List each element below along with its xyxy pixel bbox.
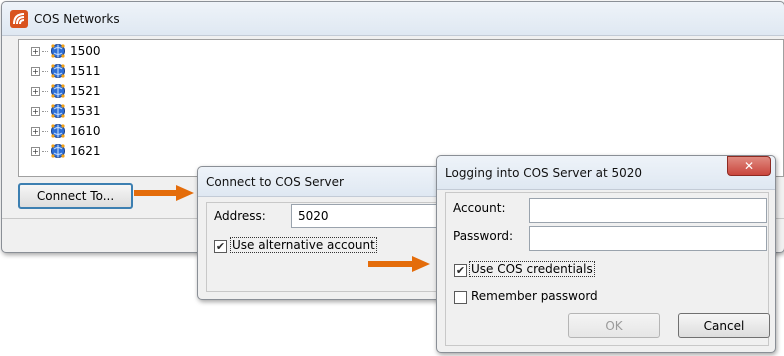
window-title: COS Networks (34, 11, 120, 26)
plus-expander-icon[interactable]: + (31, 106, 40, 116)
network-label: 1531 (70, 104, 101, 118)
alt-account-label: Use alternative account (230, 237, 377, 253)
globe-network-icon (50, 103, 66, 119)
cancel-label: Cancel (703, 318, 745, 333)
alt-account-checkbox[interactable]: ✔ (214, 240, 227, 253)
account-field[interactable] (529, 198, 767, 223)
login-dialog-title: Logging into COS Server at 5020 (445, 165, 643, 180)
tree-item-network[interactable]: +1610 (31, 122, 101, 140)
orange-arrow-icon (368, 256, 430, 272)
network-label: 1511 (70, 64, 101, 78)
plus-expander-icon[interactable]: + (31, 46, 40, 56)
tree-item-network[interactable]: +1521 (31, 82, 101, 100)
account-label: Account: (453, 201, 506, 215)
plus-expander-icon[interactable]: + (31, 146, 40, 156)
tree-item-network[interactable]: +1500 (31, 42, 101, 60)
globe-network-icon (50, 83, 66, 99)
network-label: 1610 (70, 124, 101, 138)
remember-password-checkbox[interactable] (454, 291, 467, 304)
plus-expander-icon[interactable]: + (31, 66, 40, 76)
login-dialog-title-bar: Logging into COS Server at 5020 (437, 156, 775, 190)
login-dialog: Logging into COS Server at 5020 ✕ Accoun… (436, 155, 776, 353)
title-bar: COS Networks (2, 2, 784, 36)
remember-password-label: Remember password (471, 289, 598, 303)
connect-dialog: Connect to COS Server Address: 5020 ✔ Us… (197, 166, 461, 300)
connect-to-label: Connect To... (36, 189, 115, 203)
login-dialog-body: Account: Password: ✔ Use COS credentials… (445, 192, 770, 346)
cancel-button[interactable]: Cancel (678, 313, 770, 338)
cos-app-icon (10, 9, 28, 28)
address-label: Address: (214, 209, 266, 223)
globe-network-icon (50, 143, 66, 159)
network-label: 1621 (70, 144, 101, 158)
orange-arrow-icon (134, 185, 194, 201)
close-icon: ✕ (743, 159, 755, 173)
plus-expander-icon[interactable]: + (31, 86, 40, 96)
connect-dialog-title-bar: Connect to COS Server (198, 167, 456, 197)
tree-connector (42, 90, 48, 92)
connect-dialog-title: Connect to COS Server (206, 174, 344, 189)
check-icon: ✔ (215, 240, 226, 253)
tree-connector (42, 110, 48, 112)
ok-label: OK (605, 318, 623, 333)
globe-network-icon (50, 43, 66, 59)
tree-item-network[interactable]: +1511 (31, 62, 101, 80)
tree-item-network[interactable]: +1621 (31, 142, 101, 160)
tree-item-network[interactable]: +1531 (31, 102, 101, 120)
network-label: 1500 (70, 44, 101, 58)
network-label: 1521 (70, 84, 101, 98)
plus-expander-icon[interactable]: + (31, 126, 40, 136)
connect-to-button[interactable]: Connect To... (18, 183, 133, 209)
use-cos-credentials-checkbox[interactable]: ✔ (454, 264, 467, 277)
address-value: 5020 (298, 209, 329, 223)
connect-dialog-body: Address: 5020 ✔ Use alternative account (206, 202, 461, 292)
password-field[interactable] (529, 226, 767, 251)
tree-connector (42, 70, 48, 72)
tree-connector (42, 130, 48, 132)
use-cos-credentials-label: Use COS credentials (469, 261, 595, 277)
check-icon: ✔ (455, 264, 466, 277)
globe-network-icon (50, 63, 66, 79)
tree-connector (42, 50, 48, 52)
globe-network-icon (50, 123, 66, 139)
tree-connector (42, 150, 48, 152)
ok-button[interactable]: OK (568, 313, 660, 338)
close-button[interactable]: ✕ (727, 156, 771, 176)
password-label: Password: (453, 229, 514, 243)
